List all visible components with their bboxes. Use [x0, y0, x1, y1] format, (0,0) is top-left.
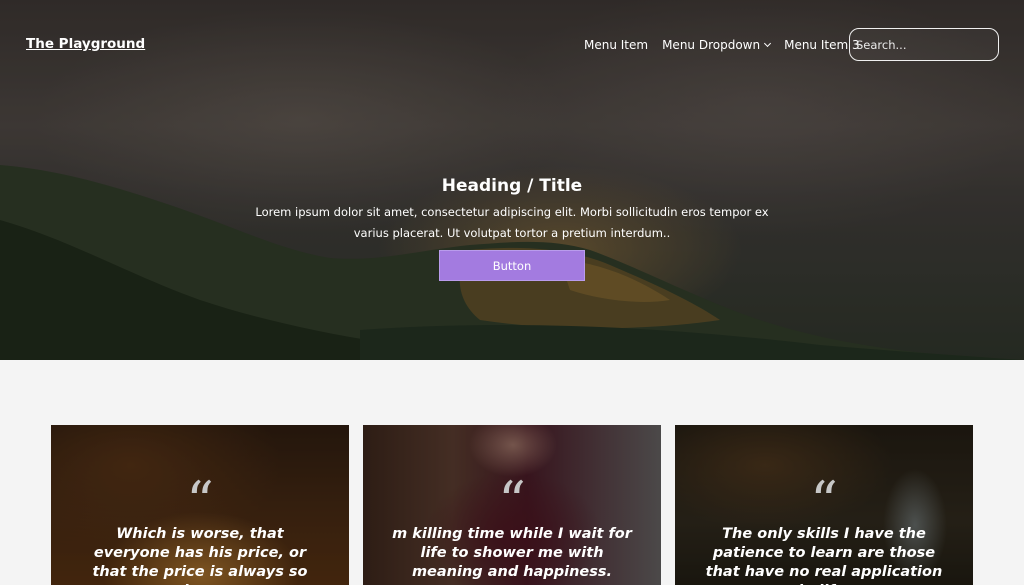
quote-icon: “ — [498, 470, 526, 533]
nav-item-label: Menu Item — [584, 38, 649, 52]
quote-card: “ Which is worse, that everyone has his … — [51, 425, 349, 585]
nav-item-menu-item[interactable]: Menu Item — [584, 38, 648, 52]
nav-item-label: Menu Dropdown — [662, 38, 761, 52]
hero-section: The Playground Menu Item Menu Dropdown M… — [0, 0, 1024, 360]
hero-title: Heading / Title — [441, 176, 583, 196]
quote-text: The only skills I have the patience to l… — [705, 526, 943, 585]
quote-card: “ The only skills I have the patience to… — [675, 425, 973, 585]
nav-menu: Menu Item Menu Dropdown Menu Item 3 — [584, 38, 860, 52]
hero-content: Heading / Title Lorem ipsum dolor sit am… — [0, 172, 1024, 281]
search-input[interactable] — [849, 28, 999, 61]
quote-icon: “ — [810, 470, 838, 533]
nav-item-menu-dropdown[interactable]: Menu Dropdown — [662, 38, 772, 52]
brand-logo-link[interactable]: The Playground — [26, 36, 145, 52]
chevron-down-icon — [764, 39, 772, 48]
quote-text: m killing time while I wait for life to … — [392, 526, 632, 580]
navbar: The Playground Menu Item Menu Dropdown M… — [0, 0, 1024, 88]
hero-button[interactable]: Button — [439, 250, 585, 281]
quote-cards: “ Which is worse, that everyone has his … — [51, 425, 973, 585]
quote-icon: “ — [186, 470, 214, 533]
quote-text: Which is worse, that everyone has his pr… — [92, 526, 308, 585]
quote-card: “ m killing time while I wait for life t… — [363, 425, 661, 585]
hero-text: Lorem ipsum dolor sit amet, consectetur … — [255, 205, 769, 240]
